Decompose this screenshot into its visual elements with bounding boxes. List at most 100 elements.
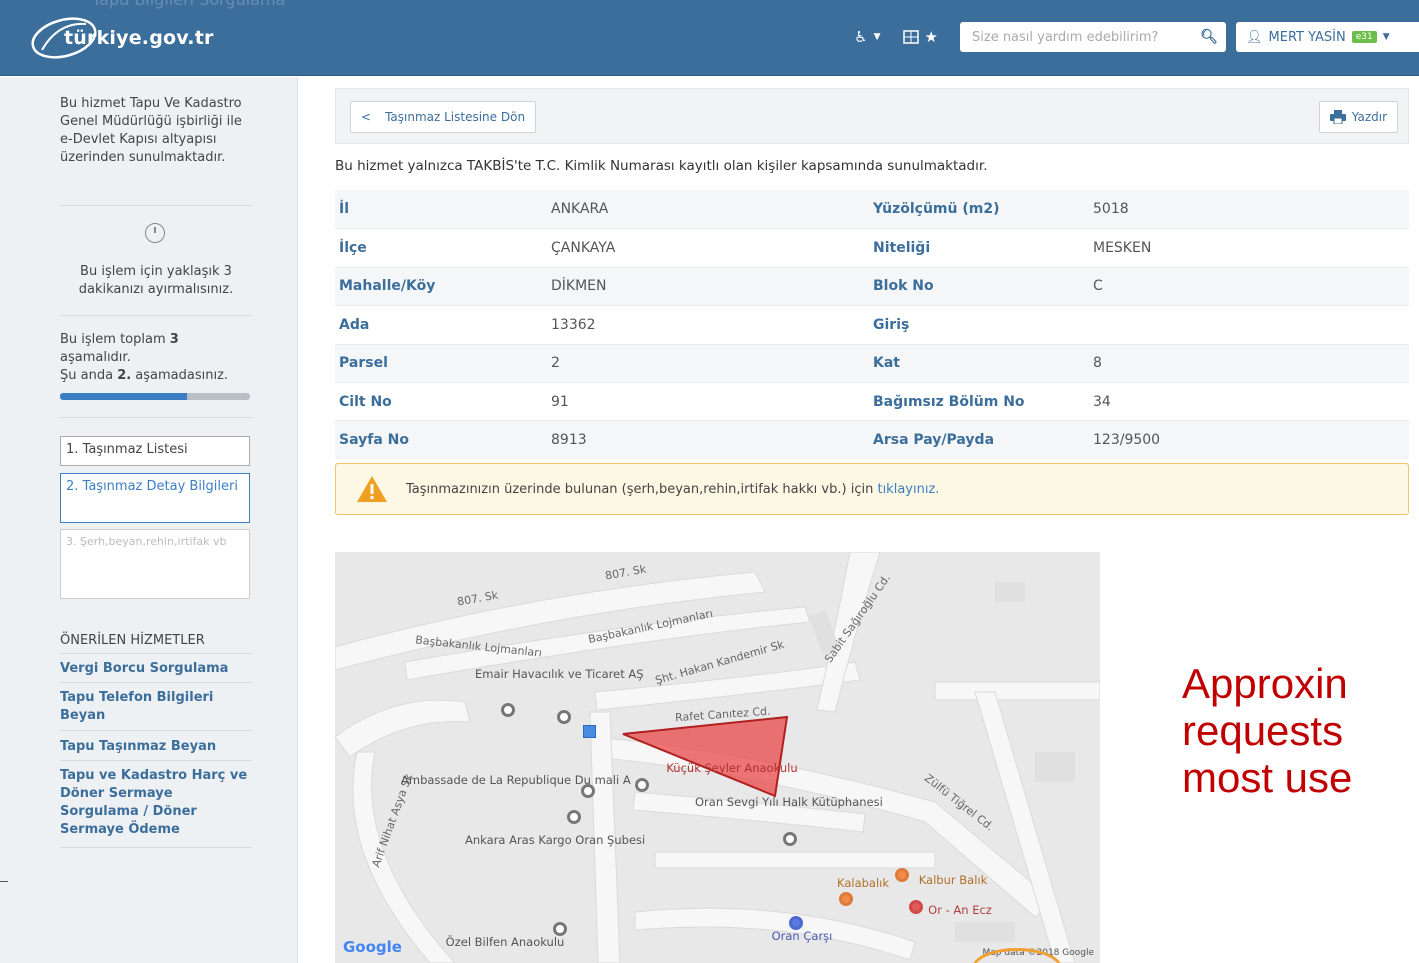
grid-view-icon (902, 30, 919, 44)
map-marker-icon[interactable] (567, 810, 581, 824)
recommended-link-vergi-borcu[interactable]: Vergi Borcu Sorgulama (60, 660, 252, 678)
steps-summary: Bu işlem toplam 3 aşamalıdır. Şu anda 2.… (60, 331, 252, 385)
step-progress-bar (60, 393, 250, 400)
step-2-tasinmaz-detay[interactable]: 2. Taşınmaz Detay Bilgileri (60, 473, 250, 523)
value-kat: 8 (1093, 355, 1102, 372)
user-name: MERT YASİN (1268, 29, 1346, 45)
restaurant-marker-icon[interactable] (895, 868, 909, 882)
transit-marker-icon[interactable] (583, 725, 596, 738)
place-label: Emair Havacılık ve Ticaret AŞ (475, 667, 644, 681)
printer-icon (1329, 110, 1346, 124)
turkiye-gov-logo[interactable]: türkiye.gov.tr (28, 8, 214, 68)
value-il: ANKARA (551, 201, 609, 218)
step-3-serh-beyan: 3. Şerh,beyan,rehin,irtifak vb (60, 529, 250, 599)
search-icon[interactable]: 🔍︎ (1200, 29, 1218, 45)
divider (60, 760, 252, 761)
property-details-table: İl ANKARA Yüzölçümü (m2) 5018 İlçe ÇANKA… (335, 190, 1409, 459)
place-label: Ambassade de La Republique Du mali A (401, 773, 631, 787)
label-blok-no: Blok No (873, 278, 934, 295)
table-row: Mahalle/Köy DİKMEN Blok No C (335, 266, 1409, 306)
label-mahalle: Mahalle/Köy (339, 278, 436, 295)
value-mahalle: DİKMEN (551, 278, 607, 295)
steps-total: 3 (169, 332, 179, 347)
star-icon: ★ (924, 28, 938, 46)
label-niteligi: Niteliği (873, 240, 931, 257)
display-options-button[interactable]: ★ (902, 28, 938, 46)
user-icon: 👤︎ (1246, 29, 1263, 45)
place-label: Küçük Şeyler Anaokulu (666, 761, 798, 775)
label-bagimsiz-bolum: Bağımsız Bölüm No (873, 393, 1025, 410)
recommended-services-title: ÖNERİLEN HİZMETLER (60, 633, 205, 648)
logo-text: türkiye.gov.tr (64, 27, 214, 49)
google-logo: Google (343, 938, 402, 956)
step-progress-fill (60, 393, 188, 400)
school-marker-icon[interactable] (553, 922, 567, 936)
recommended-link-tapu-tasinmaz[interactable]: Tapu Taşınmaz Beyan (60, 738, 252, 756)
map-marker-icon[interactable] (501, 703, 515, 717)
search-box[interactable]: 🔍︎ (960, 22, 1226, 52)
parcel-map[interactable]: 807. Sk 807. Sk Başbakanlık Lojmanları B… (335, 552, 1100, 963)
slide-tick-mark (0, 881, 8, 882)
divider (60, 205, 252, 206)
value-ada: 13362 (551, 316, 596, 333)
accessibility-icon: ♿ (854, 28, 868, 46)
label-sayfa-no: Sayfa No (339, 432, 409, 449)
divider (60, 417, 252, 418)
divider (60, 847, 252, 848)
label-parsel: Parsel (339, 355, 388, 372)
value-niteligi: MESKEN (1093, 240, 1152, 257)
value-bagimsiz-bolum: 34 (1093, 393, 1111, 410)
label-cilt-no: Cilt No (339, 393, 392, 410)
sidebar: Bu hizmet Tapu Ve Kadastro Genel Müdürlü… (0, 77, 298, 963)
action-bar: < Taşınmaz Listesine Dön Yazdır (335, 88, 1409, 144)
divider (60, 730, 252, 731)
recommended-link-tapu-telefon[interactable]: Tapu Telefon Bilgileri Beyan (60, 689, 252, 725)
label-giris: Giriş (873, 316, 910, 333)
clock-icon (145, 223, 165, 243)
value-yuzolcumu: 5018 (1093, 201, 1129, 218)
label-arsa-pay: Arsa Pay/Payda (873, 432, 995, 449)
print-button[interactable]: Yazdır (1318, 101, 1398, 133)
time-note: Bu işlem için yaklaşık 3 dakikanızı ayır… (78, 264, 234, 297)
map-marker-icon[interactable] (581, 784, 595, 798)
map-marker-icon[interactable] (557, 710, 571, 724)
divider (60, 682, 252, 683)
table-row: Sayfa No 8913 Arsa Pay/Payda 123/9500 (335, 420, 1409, 459)
top-header: Tapu Bilgileri Sorgulama türkiye.gov.tr … (0, 0, 1419, 76)
shopping-marker-icon[interactable] (789, 916, 803, 930)
map-roads (335, 552, 1100, 963)
table-row: Cilt No 91 Bağımsız Bölüm No 34 (335, 381, 1409, 420)
map-marker-icon[interactable] (635, 778, 649, 792)
value-cilt-no: 91 (551, 393, 569, 410)
restaurant-marker-icon[interactable] (839, 892, 853, 906)
value-arsa-pay: 123/9500 (1093, 432, 1161, 449)
pharmacy-marker-icon[interactable] (909, 900, 923, 914)
label-yuzolcumu: Yüzölçümü (m2) (873, 201, 1000, 218)
encumbrance-warning: Taşınmazınızın üzerinde bulunan (şerh,be… (335, 463, 1409, 515)
steps-suffix: aşamalıdır. (60, 350, 131, 365)
recommended-link-harc-doner[interactable]: Tapu ve Kadastro Harç ve Döner Sermaye S… (60, 767, 252, 839)
user-badge: e31 (1351, 31, 1377, 43)
table-row: Ada 13362 Giriş (335, 305, 1409, 343)
overlay-line-2: requests (1182, 707, 1344, 754)
label-kat: Kat (873, 355, 900, 372)
back-to-list-button[interactable]: < Taşınmaz Listesine Dön (350, 101, 537, 133)
value-ilce: ÇANKAYA (551, 240, 616, 257)
user-menu-button[interactable]: 👤︎ MERT YASİN e31 ▼ (1236, 22, 1419, 52)
current-suffix: aşamadasınız. (131, 368, 229, 383)
current-prefix: Şu anda (60, 368, 118, 383)
place-label: Oran Sevgi Yılı Halk Kütüphanesi (695, 795, 883, 809)
google-logo-text: Google (343, 938, 402, 956)
table-row: Parsel 2 Kat 8 (335, 343, 1409, 382)
page: Tapu Bilgileri Sorgulama türkiye.gov.tr … (0, 0, 1419, 963)
step-1-tasinmaz-listesi[interactable]: 1. Taşınmaz Listesi (60, 436, 250, 466)
map-marker-icon[interactable] (783, 832, 797, 846)
place-label: Oran Çarşı (771, 929, 833, 943)
header-tools: ♿ ▼ ★ 🔍︎ 👤︎ MERT YASİN e31 ▼ (854, 22, 1419, 52)
search-input[interactable] (972, 29, 1201, 45)
value-sayfa-no: 8913 (551, 432, 587, 449)
encumbrance-link[interactable]: tıklayınız. (877, 482, 939, 497)
accessibility-menu-button[interactable]: ♿ ▼ (854, 28, 880, 46)
back-label: Taşınmaz Listesine Dön (385, 110, 526, 124)
service-info-text: Bu hizmet yalnızca TAKBİS'te T.C. Kimlik… (335, 158, 988, 174)
